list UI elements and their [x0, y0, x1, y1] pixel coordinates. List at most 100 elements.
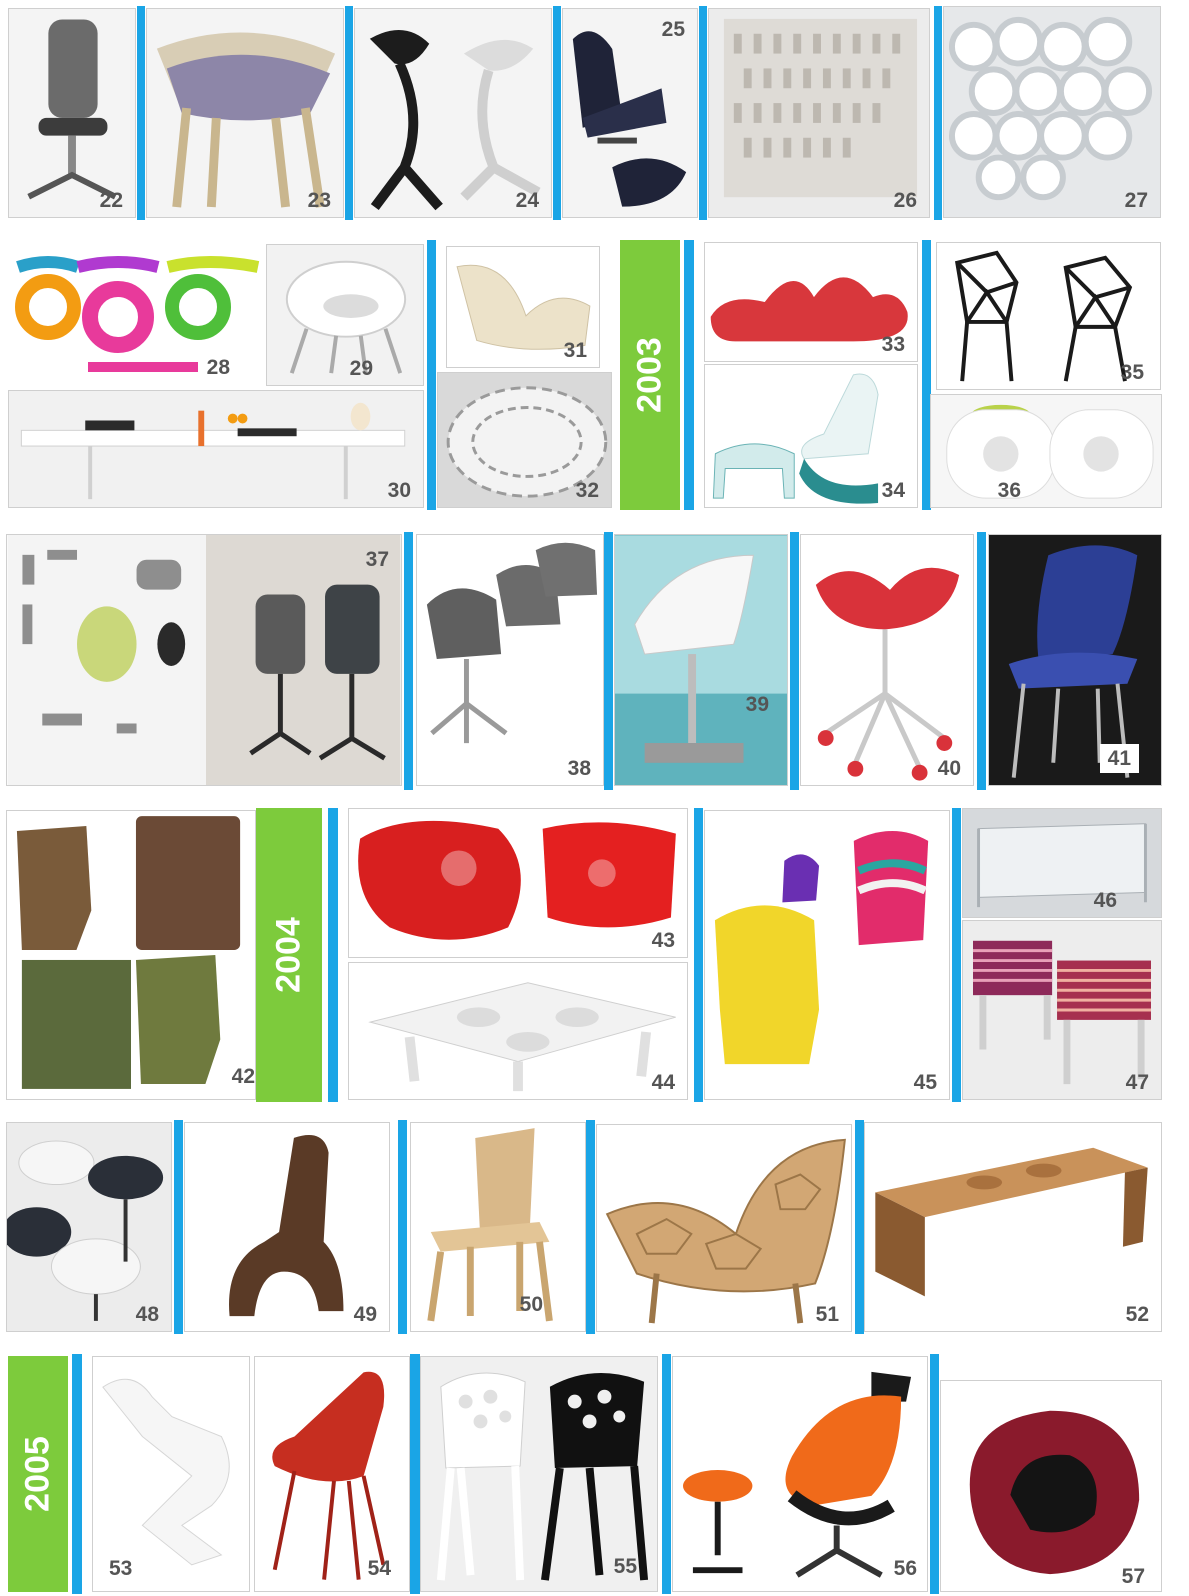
- item-43-red-chairs: 43: [348, 808, 688, 958]
- year-band-2005: 2005: [8, 1356, 68, 1592]
- item-41-blue-chair: 41: [988, 534, 1162, 786]
- wooden-lattice-lounge-image: [605, 1138, 846, 1324]
- separator: [427, 240, 436, 510]
- item-number: 46: [1093, 889, 1117, 912]
- item-22-office-chair: 22: [8, 8, 136, 218]
- item-number: 39: [745, 693, 769, 716]
- item-44-white-table: 44: [348, 962, 688, 1100]
- item-34-chair-ottoman: 34: [704, 364, 918, 508]
- item-number: 31: [563, 339, 587, 362]
- item-number: 35: [1120, 361, 1144, 384]
- separator: [328, 808, 338, 1102]
- item-number: 29: [349, 357, 373, 380]
- white-pegboard-table-image: [368, 982, 676, 1092]
- separator: [694, 808, 703, 1102]
- item-27-bubble-shelf: 27: [943, 6, 1161, 218]
- item-number: 28: [206, 356, 230, 379]
- separator: [684, 240, 694, 510]
- item-50-bamboo-chair: 50: [410, 1122, 586, 1332]
- white-pedestal-chair-image: [615, 535, 787, 763]
- year-band-2004: 2004: [256, 808, 322, 1102]
- red-shell-chair-image: [272, 1371, 386, 1580]
- item-number: 36: [997, 479, 1021, 502]
- item-number: 33: [881, 333, 905, 356]
- item-23-stacked-chairs: 23: [146, 8, 344, 218]
- item-number: 23: [307, 189, 331, 212]
- stacked-shell-chairs-image: [156, 32, 336, 208]
- item-52-bench: 52: [864, 1122, 1162, 1332]
- item-37-task-chair: 37: [6, 534, 402, 786]
- item-49-wood-chair: 49: [184, 1122, 390, 1332]
- item-number: 50: [519, 1293, 543, 1316]
- item-number: 57: [1121, 1565, 1145, 1588]
- item-number: 37: [365, 548, 389, 571]
- item-25-lounge-chair: 25: [562, 8, 698, 218]
- round-shell-chair-image: [285, 260, 407, 374]
- year-label: 2005: [18, 1436, 57, 1512]
- separator: [977, 532, 986, 790]
- curved-wood-chair-image: [229, 1135, 344, 1317]
- flat-pack-chair-image: [16, 816, 241, 1089]
- separator: [699, 6, 707, 220]
- item-32-lattice-ottoman: 32: [437, 372, 612, 508]
- separator: [174, 1120, 183, 1334]
- item-number: 43: [651, 929, 675, 952]
- item-number: 41: [1099, 744, 1139, 773]
- item-33-sofa: 33: [704, 242, 918, 362]
- white-office-desk-image: [20, 402, 406, 500]
- separator: [662, 1354, 671, 1594]
- item-number: 38: [567, 757, 591, 780]
- item-number: 30: [387, 479, 411, 502]
- cube-stools-image: [946, 404, 1154, 499]
- separator: [553, 6, 561, 220]
- item-number: 32: [575, 479, 599, 502]
- item-number: 40: [937, 757, 961, 780]
- spring-stools-image: [369, 29, 541, 211]
- item-number: 47: [1125, 1071, 1149, 1094]
- separator: [410, 1354, 420, 1594]
- separator: [586, 1120, 595, 1334]
- item-number: 27: [1124, 189, 1148, 212]
- red-sculptural-chairs-image: [358, 820, 676, 940]
- separator: [855, 1120, 864, 1334]
- mesh-office-chair-image: [27, 19, 117, 200]
- item-28-stacking-stools: 28: [8, 242, 264, 384]
- wooden-bench-image: [875, 1147, 1148, 1297]
- item-number: 55: [613, 1555, 637, 1578]
- task-chair-parts-image: [7, 535, 401, 785]
- separator: [790, 532, 799, 790]
- item-number: 56: [893, 1557, 917, 1580]
- item-46-acrylic-table: 46: [962, 808, 1162, 918]
- item-30-desk: 30: [8, 390, 424, 508]
- separator: [72, 1354, 82, 1594]
- item-number: 34: [881, 479, 905, 502]
- item-45-stacking-chairs: 45: [704, 810, 950, 1100]
- loop-rocking-chair-image: [969, 1410, 1140, 1575]
- red-caster-stool-image: [815, 567, 960, 781]
- separator: [934, 6, 942, 220]
- item-number: 25: [661, 18, 685, 41]
- year-band-2003: 2003: [620, 240, 680, 510]
- item-47-striped-benches: 47: [962, 920, 1162, 1100]
- separator: [952, 808, 961, 1102]
- item-number: 24: [515, 189, 539, 212]
- year-label: 2004: [269, 917, 308, 993]
- separator: [137, 6, 145, 220]
- item-number: 22: [99, 189, 123, 212]
- item-48-side-tables: 48: [6, 1122, 172, 1332]
- item-number: 26: [893, 189, 917, 212]
- grey-swivel-chairs-image: [426, 542, 598, 744]
- item-number: 42: [231, 1065, 255, 1088]
- acrylic-table-image: [977, 823, 1147, 908]
- item-57-loop-chair: 57: [940, 1380, 1162, 1592]
- item-42-flatpack-chair: 42: [6, 810, 256, 1100]
- separator: [604, 532, 613, 790]
- bamboo-chair-image: [427, 1128, 553, 1322]
- item-number: 49: [353, 1303, 377, 1326]
- item-number: 48: [135, 1303, 159, 1326]
- separator: [404, 532, 413, 790]
- white-wave-bench-image: [102, 1378, 230, 1566]
- item-number: 53: [109, 1557, 133, 1580]
- item-31-lounge: 31: [446, 246, 600, 368]
- item-39-pedestal-chair: 39: [614, 534, 788, 786]
